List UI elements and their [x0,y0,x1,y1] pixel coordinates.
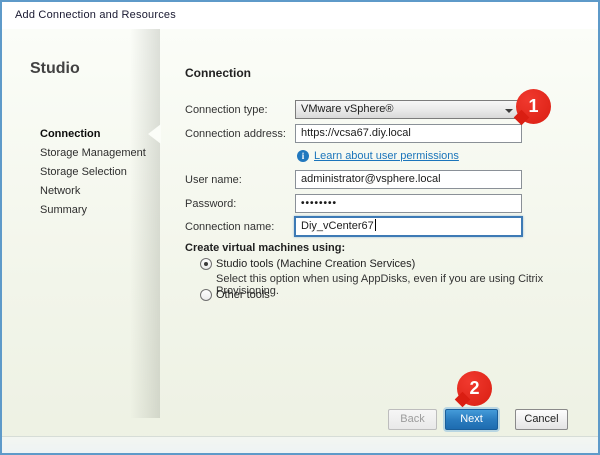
info-icon: i [297,150,309,162]
connection-name-label: Connection name: [185,221,274,233]
create-vm-heading: Create virtual machines using: [185,242,345,254]
page-title: Connection [185,66,251,80]
permissions-info-row: i Learn about user permissions [297,149,459,163]
window-title: Add Connection and Resources [2,2,598,29]
active-step-notch [148,124,161,144]
connection-name-input[interactable]: Diy_vCenter67 [294,216,523,237]
step-network: Network [40,182,146,201]
chevron-down-icon [505,109,513,113]
step-storage-management: Storage Management [40,144,146,163]
text-caret [375,219,376,231]
connection-name-value: Diy_vCenter67 [301,220,374,232]
studio-logo: Studio [30,60,80,78]
cancel-button[interactable]: Cancel [515,409,568,430]
password-input[interactable]: •••••••• [295,194,522,213]
learn-permissions-link[interactable]: Learn about user permissions [314,150,459,162]
password-label: Password: [185,198,236,210]
connection-address-label: Connection address: [185,128,286,140]
sidebar-divider [130,29,160,418]
radio-studio-tools[interactable] [200,258,212,270]
footer-strip [2,436,598,453]
connection-type-select[interactable]: VMware vSphere® [295,100,522,119]
step-connection[interactable]: Connection [40,125,146,144]
next-button[interactable]: Next [445,409,498,430]
annotation-badge-1: 1 [516,89,551,124]
radio-other-tools[interactable] [200,289,212,301]
wizard-body: Studio Connection Storage Management Sto… [2,29,598,453]
connection-type-value: VMware vSphere® [301,103,393,115]
connection-type-label: Connection type: [185,104,268,116]
user-name-label: User name: [185,174,242,186]
step-summary: Summary [40,201,146,220]
wizard-steps-nav: Connection Storage Management Storage Se… [40,125,146,220]
user-name-input[interactable]: administrator@vsphere.local [295,170,522,189]
connection-address-input[interactable]: https://vcsa67.diy.local [295,124,522,143]
radio-studio-tools-label[interactable]: Studio tools (Machine Creation Services) [216,258,415,270]
radio-other-tools-label[interactable]: Other tools [216,289,270,301]
step-storage-selection: Storage Selection [40,163,146,182]
radio-selected-dot [204,262,208,266]
back-button: Back [388,409,437,430]
annotation-badge-2: 2 [457,371,492,406]
add-connection-wizard-window: Add Connection and Resources Studio Conn… [0,0,600,455]
radio-studio-tools-description: Select this option when using AppDisks, … [216,273,598,297]
